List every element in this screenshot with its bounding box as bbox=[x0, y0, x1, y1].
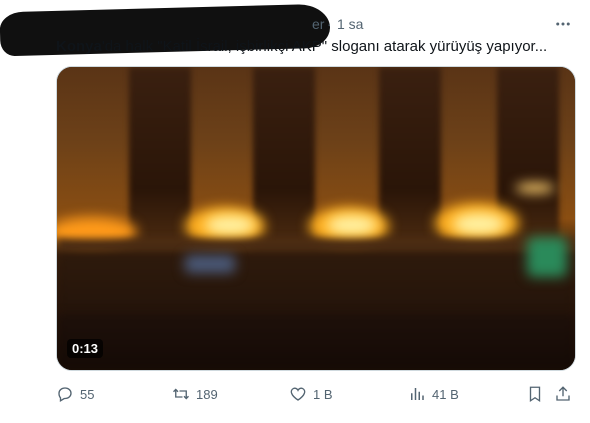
tweet-time[interactable]: 1 sa bbox=[337, 16, 363, 32]
more-horizontal-icon bbox=[556, 22, 570, 26]
tweet-text: Konya'da halk "Katil İsrail, işbirlikçi … bbox=[56, 37, 576, 57]
location-mention[interactable]: Konya bbox=[56, 38, 102, 55]
repost-button[interactable]: 189 bbox=[172, 383, 218, 405]
more-options-button[interactable] bbox=[550, 14, 576, 34]
like-count: 1 B bbox=[313, 386, 333, 402]
share-button[interactable] bbox=[554, 383, 578, 405]
tweet-actions: 55 189 1 B 41 B bbox=[56, 383, 576, 405]
reply-button[interactable]: 55 bbox=[56, 383, 94, 405]
video-player[interactable]: 0:13 bbox=[56, 66, 576, 371]
share-icon bbox=[556, 386, 570, 401]
bookmark-button[interactable] bbox=[526, 383, 550, 405]
tweet-header: er · 1 sa bbox=[0, 3, 590, 57]
views-button[interactable]: 41 B bbox=[408, 383, 459, 405]
heart-icon bbox=[290, 387, 306, 401]
separator-dot: · bbox=[327, 16, 332, 32]
reply-icon bbox=[58, 387, 72, 402]
video-frame: 0:13 bbox=[57, 67, 575, 370]
like-button[interactable]: 1 B bbox=[289, 383, 333, 405]
tweet-body: 'da halk "Katil İsrail, işbirlikçi AKP" … bbox=[101, 38, 548, 55]
reply-count: 55 bbox=[80, 386, 95, 402]
video-duration: 0:13 bbox=[67, 339, 104, 358]
bookmark-icon bbox=[529, 386, 541, 403]
tweet[interactable]: er · 1 sa Konya'da halk "Katil İsrail, i… bbox=[0, 0, 590, 423]
repost-count: 189 bbox=[196, 386, 218, 402]
user-handle[interactable]: er bbox=[312, 16, 324, 32]
view-count: 41 B bbox=[432, 386, 459, 402]
views-chart-icon bbox=[411, 388, 424, 400]
repost-icon bbox=[173, 388, 189, 400]
